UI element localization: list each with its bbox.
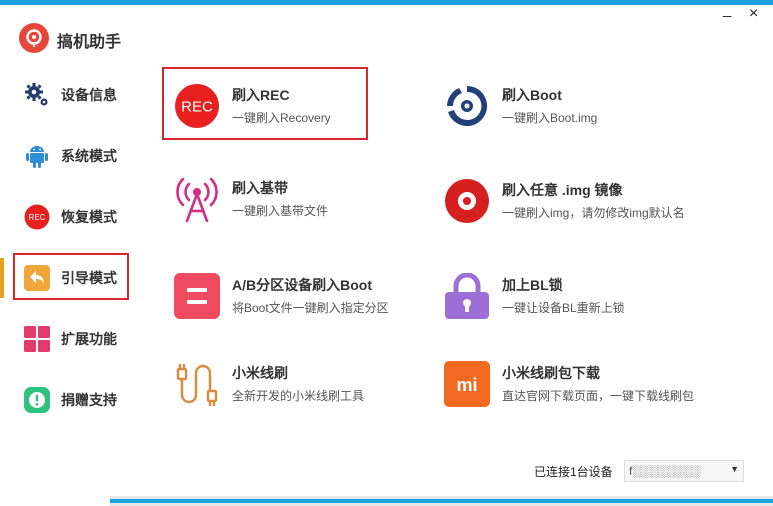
mi-icon: mi — [444, 361, 490, 407]
card-description: 将Boot文件一键刷入指定分区 — [232, 301, 389, 315]
sidebar-item-label: 恢复模式 — [61, 209, 117, 225]
progress-bar — [110, 496, 773, 506]
card-title: 刷入任意 .img 镜像 — [502, 182, 623, 198]
exclamation-icon — [24, 387, 50, 413]
boot-icon — [444, 83, 490, 129]
cable-icon — [174, 361, 220, 407]
svg-text:REC: REC — [29, 213, 46, 222]
rec-icon: REC — [24, 204, 50, 230]
card-description: 一键刷入基带文件 — [232, 204, 329, 218]
card-description: 一键刷入Boot.img — [502, 111, 598, 125]
card-title: 小米线刷 — [232, 365, 288, 381]
card-description: 全新开发的小米线刷工具 — [232, 389, 365, 403]
card-description: 一键刷入Recovery — [232, 111, 331, 125]
card-description: 一键刷入img，请勿修改img默认名 — [502, 206, 685, 220]
sidebar-item-device-info[interactable]: 设备信息 — [0, 71, 150, 119]
card-title: 刷入REC — [232, 87, 290, 103]
card-flash-baseband[interactable]: 刷入基带 一键刷入基带文件 — [162, 168, 412, 232]
card-flash-any-img[interactable]: 刷入任意 .img 镜像 一键刷入img，请勿修改img默认名 — [432, 170, 685, 234]
sidebar-item-recovery-mode[interactable]: REC 恢复模式 — [0, 193, 150, 241]
card-xiaomi-package-download[interactable]: mi 小米线刷包下载 直达官网下载页面，一键下载线刷包 — [432, 353, 694, 417]
ab-partition-icon — [174, 273, 220, 319]
card-title: 刷入基带 — [232, 180, 288, 196]
card-title: 刷入Boot — [502, 87, 562, 103]
svg-text:REC: REC — [181, 99, 213, 116]
sidebar-item-extensions[interactable]: 扩展功能 — [0, 315, 150, 363]
sidebar-item-label: 扩展功能 — [61, 331, 117, 347]
app-logo-icon — [19, 23, 49, 53]
grid-icon — [24, 326, 50, 352]
chevron-down-icon: ▼ — [730, 464, 739, 474]
sidebar-item-label: 系统模式 — [61, 148, 117, 164]
progress-fill — [110, 499, 773, 503]
card-title: A/B分区设备刷入Boot — [232, 277, 372, 293]
card-flash-rec[interactable]: REC 刷入REC 一键刷入Recovery — [162, 75, 412, 139]
sidebar-item-label: 设备信息 — [61, 87, 117, 103]
disc-icon — [444, 178, 490, 224]
sidebar-item-bootloader-mode[interactable]: 引导模式 — [0, 254, 150, 302]
gear-icon — [24, 82, 50, 108]
sidebar-item-system-mode[interactable]: 系统模式 — [0, 132, 150, 180]
sidebar-item-donate[interactable]: 捐赠支持 — [0, 376, 150, 424]
top-accent-bar — [0, 0, 773, 5]
antenna-icon — [174, 176, 220, 222]
svg-text:mi: mi — [456, 375, 477, 395]
rec-icon: REC — [174, 83, 220, 129]
card-flash-boot[interactable]: 刷入Boot 一键刷入Boot.img — [432, 75, 682, 139]
android-icon — [24, 143, 50, 169]
card-title: 加上BL锁 — [502, 277, 563, 293]
sidebar-item-label: 引导模式 — [61, 270, 117, 286]
card-ab-partition-boot[interactable]: A/B分区设备刷入Boot 将Boot文件一键刷入指定分区 — [162, 265, 412, 329]
card-description: 一键让设备BL重新上锁 — [502, 301, 625, 315]
app-title: 搞机助手 — [57, 34, 122, 51]
minimize-button[interactable]: _ — [723, 2, 731, 18]
device-select[interactable]: f░░░░░░░░ ▼ — [624, 460, 744, 482]
back-arrow-icon — [24, 265, 50, 291]
card-description: 直达官网下载页面，一键下载线刷包 — [502, 389, 695, 403]
sidebar-item-label: 捐赠支持 — [61, 392, 117, 408]
lock-icon — [444, 273, 490, 319]
card-relock-bl[interactable]: 加上BL锁 一键让设备BL重新上锁 — [432, 265, 682, 329]
card-xiaomi-flash[interactable]: 小米线刷 全新开发的小米线刷工具 — [162, 353, 412, 417]
card-title: 小米线刷包下载 — [502, 365, 600, 381]
device-select-value: f░░░░░░░░ — [629, 464, 701, 478]
close-button[interactable]: × — [749, 6, 758, 22]
connection-status: 已连接1台设备 — [534, 465, 613, 479]
